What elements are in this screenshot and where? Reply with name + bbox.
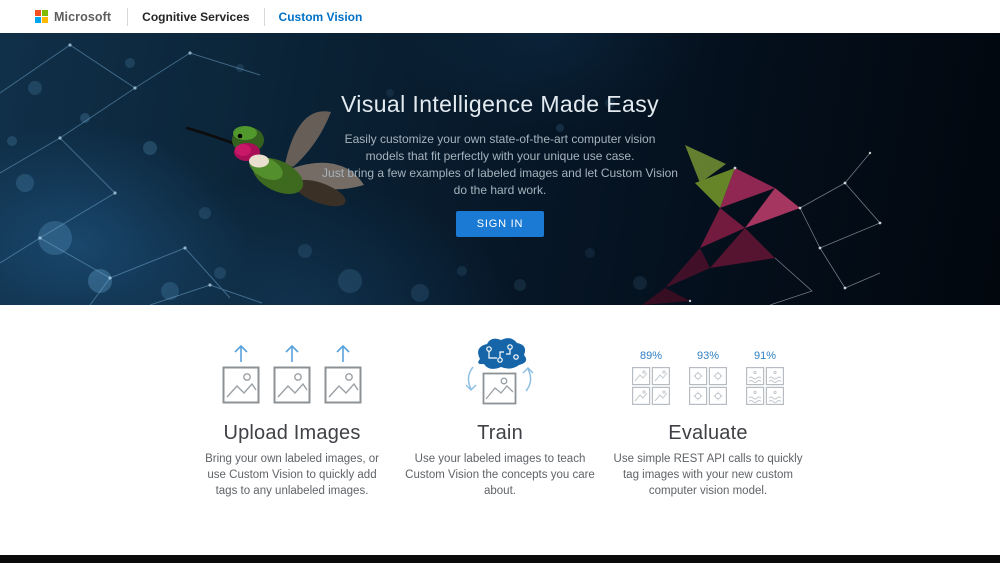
feature-evaluate: 89% 93% 91% Evaluate Use simple REST API… xyxy=(609,335,807,499)
feature-title-evaluate: Evaluate xyxy=(668,422,748,444)
accuracy-percentage: 91% xyxy=(753,350,777,362)
thumbnail-grid-icon xyxy=(632,367,670,405)
hero-subtitle-line: do the hard work. xyxy=(453,183,547,197)
hero-title: Visual Intelligence Made Easy xyxy=(340,91,660,117)
microsoft-logo[interactable]: Microsoft xyxy=(35,10,111,24)
sign-in-button[interactable]: SIGN IN xyxy=(455,211,545,237)
hero-subtitle-line: Easily customize your own state-of-the-a… xyxy=(344,132,656,146)
feature-train: Train Use your labeled images to teach C… xyxy=(401,335,599,499)
footer-bar xyxy=(0,555,1000,563)
microsoft-brand-label: Microsoft xyxy=(54,9,112,24)
feature-description-upload: Bring your own labeled images, or use Cu… xyxy=(205,453,379,497)
evaluate-group-suns: 93% xyxy=(689,350,727,405)
thumbnail-grid-icon xyxy=(689,367,727,405)
image-upload-icon xyxy=(222,344,260,404)
hero-content: Visual Intelligence Made Easy Easily cus… xyxy=(0,33,1000,237)
evaluate-group-waves: 91% xyxy=(746,350,784,405)
features-section: Upload Images Bring your own labeled ima… xyxy=(0,305,1000,499)
feature-description-evaluate: Use simple REST API calls to quickly tag… xyxy=(613,453,803,497)
accuracy-percentage: 93% xyxy=(696,350,720,362)
image-upload-icon xyxy=(324,344,362,404)
feature-title-upload: Upload Images xyxy=(223,422,361,444)
nav-item-cognitive-services[interactable]: Cognitive Services xyxy=(128,10,263,24)
evaluate-icon: 89% 93% 91% xyxy=(632,350,784,405)
accuracy-percentage: 89% xyxy=(639,350,663,362)
microsoft-logo-icon xyxy=(35,10,48,23)
hero-subtitle-line: Just bring a few examples of labeled ima… xyxy=(322,166,678,180)
custom-vision-landing-page: Microsoft Cognitive Services Custom Visi… xyxy=(0,0,1000,563)
hero-subtitle-line: models that fit perfectly with your uniq… xyxy=(365,149,635,163)
hero-subtitle: Easily customize your own state-of-the-a… xyxy=(0,131,1000,199)
evaluate-group-mountains: 89% xyxy=(632,350,670,405)
image-upload-icon xyxy=(273,344,311,404)
thumbnail-grid-icon xyxy=(746,367,784,405)
top-navbar: Microsoft Cognitive Services Custom Visi… xyxy=(0,0,1000,33)
feature-upload-images: Upload Images Bring your own labeled ima… xyxy=(193,335,391,499)
upload-images-icon xyxy=(222,343,362,405)
feature-title-train: Train xyxy=(477,422,523,444)
nav-item-custom-vision[interactable]: Custom Vision xyxy=(265,10,377,24)
train-brain-icon xyxy=(465,338,534,405)
hero-section: Visual Intelligence Made Easy Easily cus… xyxy=(0,33,1000,305)
feature-description-train: Use your labeled images to teach Custom … xyxy=(405,453,595,497)
